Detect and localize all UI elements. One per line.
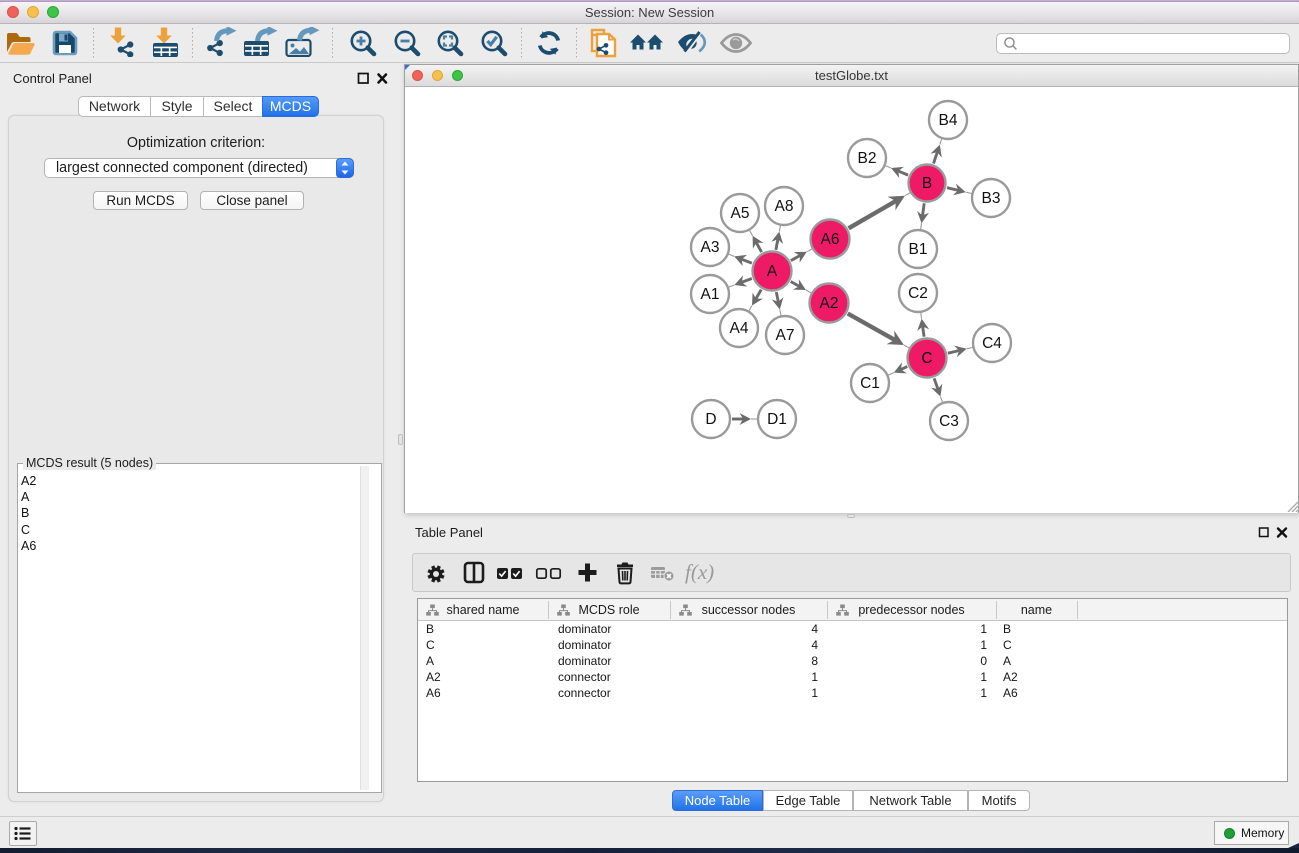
svg-text:B: B (922, 175, 932, 192)
svg-text:B3: B3 (982, 190, 1001, 207)
svg-text:A8: A8 (775, 198, 794, 215)
svg-text:A6: A6 (821, 231, 840, 248)
svg-text:D: D (705, 411, 716, 428)
svg-text:B1: B1 (909, 241, 928, 258)
svg-text:A7: A7 (776, 327, 795, 344)
svg-text:B2: B2 (858, 150, 877, 167)
svg-text:A: A (767, 263, 778, 280)
svg-text:C3: C3 (939, 413, 959, 430)
svg-text:A5: A5 (731, 205, 750, 222)
svg-text:A2: A2 (820, 295, 839, 312)
svg-text:C4: C4 (982, 335, 1002, 352)
svg-text:B4: B4 (939, 112, 958, 129)
svg-text:A1: A1 (701, 286, 720, 303)
svg-text:D1: D1 (767, 411, 787, 428)
svg-text:A4: A4 (730, 320, 749, 337)
svg-text:C2: C2 (908, 285, 928, 302)
svg-text:C: C (921, 350, 932, 367)
svg-text:A3: A3 (701, 239, 720, 256)
svg-text:C1: C1 (860, 375, 880, 392)
